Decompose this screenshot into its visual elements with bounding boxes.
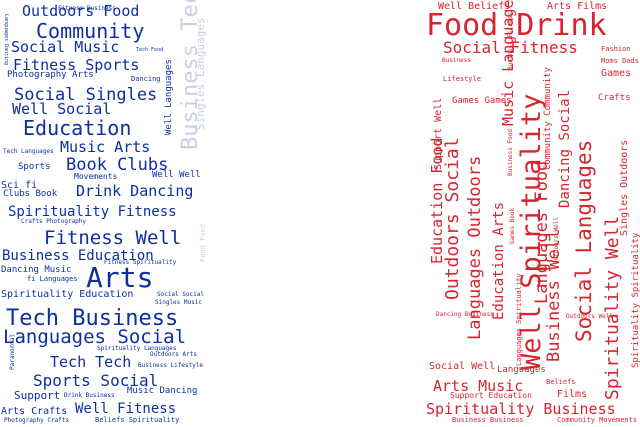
cloud-word: Well Languages	[164, 59, 174, 135]
cloud-word: Tech Languages	[3, 148, 54, 155]
cloud-word: Education	[23, 116, 132, 140]
cloud-word: Fitness Business	[58, 5, 116, 12]
cloud-word: fi Languages	[27, 275, 78, 283]
cloud-word: Dancing Business	[436, 311, 494, 318]
cloud-word: Outdoors Arts	[150, 351, 197, 358]
cloud-word: Languages Dancing	[3, 14, 9, 66]
cloud-word: Lifestyle	[443, 75, 481, 83]
cloud-word: Beliefs	[546, 378, 576, 386]
cloud-word: Outdoors Well	[566, 313, 613, 320]
cloud-word: Arts Crafts	[1, 406, 68, 417]
cloud-word: Well Fitness	[75, 401, 177, 417]
cloud-word: Social Music	[11, 38, 120, 56]
cloud-word: Social Well	[429, 361, 496, 372]
cloud-word: Spirituality Spirituality	[631, 232, 640, 368]
cloud-word: Paranormal	[9, 333, 16, 370]
right-word-cloud: Well Beliefs Arts Films Food Drink Socia…	[320, 0, 640, 427]
cloud-word: Movements	[74, 172, 118, 181]
cloud-word: Spirituality Business	[426, 400, 616, 418]
cloud-word: Business	[442, 57, 471, 64]
cloud-word: Dancing Social	[557, 89, 573, 208]
cloud-word: Music Dancing	[127, 386, 198, 396]
cloud-word: Support Education	[450, 391, 532, 400]
cloud-word: Support	[14, 389, 61, 402]
cloud-word: Community Community	[543, 67, 553, 170]
cloud-word: Games	[601, 68, 632, 79]
cloud-word: Business Business	[452, 416, 524, 424]
cloud-word: Dancing Music	[1, 265, 72, 275]
cloud-word: Films	[557, 389, 588, 400]
cloud-word: Music Arts	[60, 138, 151, 156]
cloud-word: Drink Dancing	[76, 182, 194, 200]
cloud-word: Social Social	[157, 291, 204, 298]
cloud-word: Tech Tech	[50, 353, 132, 371]
cloud-word: Photography Arts	[7, 70, 94, 80]
cloud-word: Photography Crafts	[4, 417, 70, 424]
cloud-word: Education Arts	[491, 201, 507, 320]
cloud-word: Fitness Well	[44, 227, 182, 249]
cloud-word: Moms Dads	[601, 57, 639, 65]
cloud-word: Arts	[86, 261, 154, 294]
cloud-word: Community Movements	[557, 416, 638, 424]
cloud-word: Spirituality Education	[1, 289, 134, 300]
cloud-word: Fashion	[601, 45, 631, 53]
cloud-word: Social Languages	[572, 139, 596, 342]
cloud-word: Drink Business	[64, 392, 115, 399]
cloud-word: Beliefs Spirituality	[95, 416, 180, 424]
cloud-word: Spirituality Well	[602, 215, 623, 400]
cloud-word: Business Fitness	[507, 12, 514, 70]
cloud-word: Food Food	[199, 224, 207, 262]
cloud-word: Spirituality Fitness	[8, 204, 177, 220]
cloud-word: Singles Languages	[194, 17, 207, 130]
cloud-word: Well Well	[152, 170, 201, 180]
cloud-word: Outdoors Social	[442, 137, 463, 300]
cloud-word: Business Lifestyle	[138, 362, 204, 369]
cloud-word: Outdoors Well	[553, 217, 560, 264]
left-word-cloud: Outdoors Food Fitness Business Community…	[0, 0, 320, 427]
cloud-word: Crafts	[598, 93, 631, 103]
cloud-word: Singles Outdoors	[619, 139, 630, 236]
cloud-word: Crafts Photography	[21, 218, 87, 225]
word-cloud-canvas: Outdoors Food Fitness Business Community…	[0, 0, 640, 427]
cloud-word: Tech Food	[136, 47, 164, 53]
cloud-word: Business Food	[507, 129, 514, 176]
cloud-word: Well Social	[12, 100, 112, 118]
cloud-word: Dancing	[131, 75, 161, 83]
cloud-word: Sports	[18, 162, 51, 172]
cloud-word: Clubs Book	[3, 189, 58, 199]
